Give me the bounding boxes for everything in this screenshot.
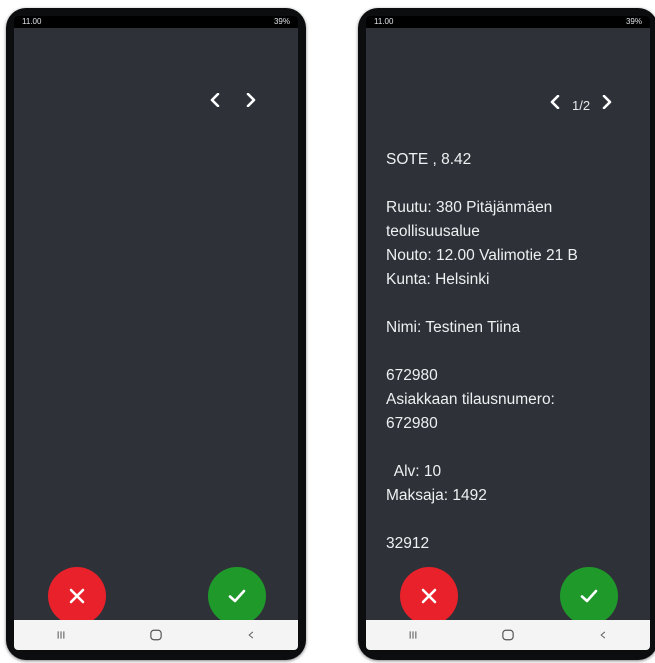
detail-line: Nouto: 12.00 Valimotie 21 B: [386, 247, 578, 264]
status-battery: 39%: [273, 17, 290, 26]
detail-line: Asiakkaan tilausnumero:: [386, 391, 555, 408]
pager: [204, 88, 262, 112]
close-icon: [69, 588, 85, 604]
recents-icon[interactable]: [53, 628, 69, 642]
android-nav-bar: [14, 620, 298, 650]
screen-right: 11.00 39% 1/2 SOTE , 8.42 Ruutu: 380 Pit…: [366, 16, 650, 650]
screen-left: 11.00 39%: [14, 16, 298, 650]
page-indicator: 1/2: [572, 97, 591, 113]
phone-right: 11.00 39% 1/2 SOTE , 8.42 Ruutu: 380 Pit…: [358, 8, 655, 660]
detail-line: Maksaja: 1492: [386, 487, 487, 504]
check-icon: [580, 589, 598, 603]
android-nav-bar: [366, 620, 650, 650]
status-time: 11.00: [22, 17, 42, 26]
phone-left: 11.00 39%: [6, 8, 306, 660]
back-icon[interactable]: [243, 628, 259, 642]
chevron-left-icon[interactable]: [544, 91, 566, 113]
detail-line: 672980: [386, 367, 438, 384]
status-battery: 39%: [625, 17, 642, 26]
order-title: SOTE , 8.42: [386, 151, 472, 168]
reject-button[interactable]: [48, 567, 106, 625]
reject-button[interactable]: [400, 567, 458, 625]
detail-line: teollisuusalue: [386, 223, 480, 240]
pager: 1/2: [544, 90, 618, 114]
chevron-left-icon[interactable]: [204, 89, 226, 111]
detail-line: 32912: [386, 535, 430, 552]
home-icon[interactable]: [500, 628, 516, 642]
check-icon: [228, 589, 246, 603]
accept-button[interactable]: [208, 567, 266, 625]
order-details: SOTE , 8.42 Ruutu: 380 Pitäjänmäen teoll…: [386, 148, 642, 580]
detail-line: Nimi: Testinen Tiina: [386, 319, 521, 336]
detail-line: 672980: [386, 415, 438, 432]
close-icon: [421, 588, 437, 604]
chevron-right-icon[interactable]: [240, 89, 262, 111]
status-bar: 11.00 39%: [14, 16, 298, 28]
recents-icon[interactable]: [405, 628, 421, 642]
status-time: 11.00: [374, 17, 394, 26]
detail-line: Ruutu: 380 Pitäjänmäen: [386, 199, 553, 216]
detail-line: Kunta: Helsinki: [386, 271, 490, 288]
status-bar: 11.00 39%: [366, 16, 650, 28]
accept-button[interactable]: [560, 567, 618, 625]
chevron-right-icon[interactable]: [596, 91, 618, 113]
detail-line: Alv: 10: [386, 463, 442, 480]
home-icon[interactable]: [148, 628, 164, 642]
back-icon[interactable]: [595, 628, 611, 642]
